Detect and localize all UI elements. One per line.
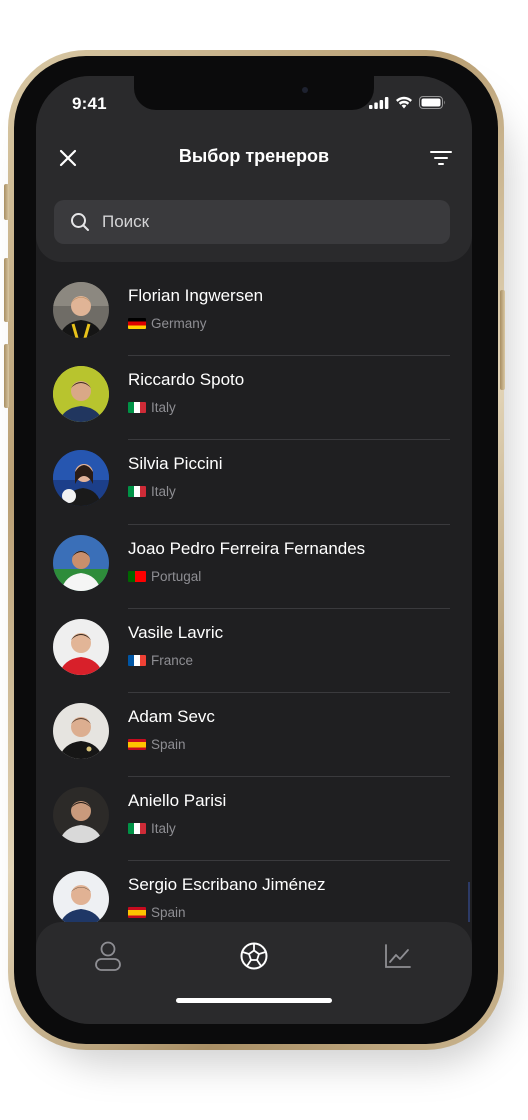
- avatar: [53, 534, 109, 591]
- italy-flag-icon: [128, 823, 146, 835]
- avatar: [53, 787, 109, 844]
- status-icons: [369, 96, 446, 109]
- country-label: France: [151, 652, 194, 668]
- country-label: Italy: [151, 821, 176, 837]
- coach-country: Spain: [128, 737, 186, 752]
- avatar: [53, 871, 109, 928]
- country-label: Italy: [151, 484, 176, 500]
- coach-country: Germany: [128, 316, 207, 331]
- coach-country: France: [128, 653, 193, 668]
- profile-icon: [95, 941, 121, 971]
- coach-row[interactable]: Riccardo Spoto Italy: [36, 356, 472, 441]
- chart-icon: [385, 944, 411, 968]
- coach-row[interactable]: Aniello Parisi Italy: [36, 777, 472, 862]
- coach-name: Sergio Escribano Jiménez: [128, 875, 326, 895]
- coach-row[interactable]: Florian Ingwersen Germany: [36, 272, 472, 357]
- coach-country: Italy: [128, 484, 176, 499]
- search-icon: [70, 212, 90, 232]
- country-label: Germany: [151, 316, 207, 331]
- front-camera: [302, 87, 308, 93]
- avatar: [53, 366, 109, 423]
- coach-row[interactable]: Silvia Piccini Italy: [36, 440, 472, 525]
- avatar: [53, 702, 109, 759]
- nav-coaches-button[interactable]: [234, 936, 274, 976]
- volume-up-button: [4, 258, 9, 322]
- nav-profile-button[interactable]: [88, 936, 128, 976]
- search-input[interactable]: [100, 211, 450, 233]
- coach-country: Italy: [128, 400, 176, 415]
- country-label: Portugal: [151, 568, 202, 584]
- home-indicator[interactable]: [176, 998, 332, 1003]
- phone-screen: 9:41 Выбор тренеров Поиск Florian Ingwer…: [36, 76, 472, 1024]
- spain-flag-icon: [128, 738, 146, 750]
- coach-name: Florian Ingwersen: [128, 286, 264, 305]
- coach-name: Aniello Parisi: [128, 791, 227, 811]
- soccer-ball-icon: [240, 942, 268, 970]
- cellular-signal-icon: [369, 96, 389, 109]
- bottom-nav: [36, 922, 472, 1024]
- volume-down-button: [4, 344, 9, 408]
- status-time: 9:41: [72, 94, 107, 113]
- coach-name: Joao Pedro Ferreira Fernandes: [128, 538, 366, 558]
- italy-flag-icon: [128, 402, 146, 414]
- coach-list: Florian Ingwersen Germany Riccardo Spoto…: [36, 272, 472, 946]
- country-label: Italy: [151, 400, 176, 416]
- coach-name: Riccardo Spoto: [128, 370, 245, 390]
- notch: [134, 76, 374, 110]
- avatar: [53, 450, 109, 507]
- coach-name: Adam Sevc: [128, 706, 215, 726]
- battery-icon: [419, 96, 445, 109]
- avatar: [53, 618, 109, 675]
- filter-button[interactable]: [426, 144, 456, 172]
- avatar: [53, 282, 109, 338]
- coach-row[interactable]: Joao Pedro Ferreira Fernandes Portugal: [36, 525, 472, 609]
- italy-flag-icon: [128, 486, 146, 498]
- coach-name: Silvia Piccini: [128, 454, 223, 474]
- coach-name: Vasile Lavric: [128, 622, 224, 642]
- coach-country: Italy: [128, 821, 176, 836]
- nav-stats-button[interactable]: [378, 936, 418, 976]
- page-title: Выбор тренеров: [178, 146, 330, 166]
- mute-switch: [4, 184, 9, 220]
- coach-country: Portugal: [128, 569, 201, 584]
- filter-icon: [430, 151, 452, 165]
- spain-flag-icon: [128, 907, 146, 919]
- country-label: Spain: [151, 736, 186, 752]
- coach-country: Spain: [128, 905, 186, 920]
- coach-row[interactable]: Vasile Lavric France: [36, 609, 472, 693]
- france-flag-icon: [128, 654, 146, 666]
- wifi-icon: [396, 96, 412, 109]
- power-button: [500, 290, 505, 390]
- coach-row[interactable]: Adam Sevc Spain: [36, 693, 472, 778]
- scroll-indicator[interactable]: [468, 882, 470, 922]
- country-label: Spain: [151, 905, 186, 921]
- canvas: 9:41 Выбор тренеров Поиск Florian Ingwer…: [0, 0, 528, 1120]
- search-box[interactable]: [54, 200, 450, 244]
- germany-flag-icon: [128, 318, 146, 329]
- portugal-flag-icon: [128, 570, 146, 582]
